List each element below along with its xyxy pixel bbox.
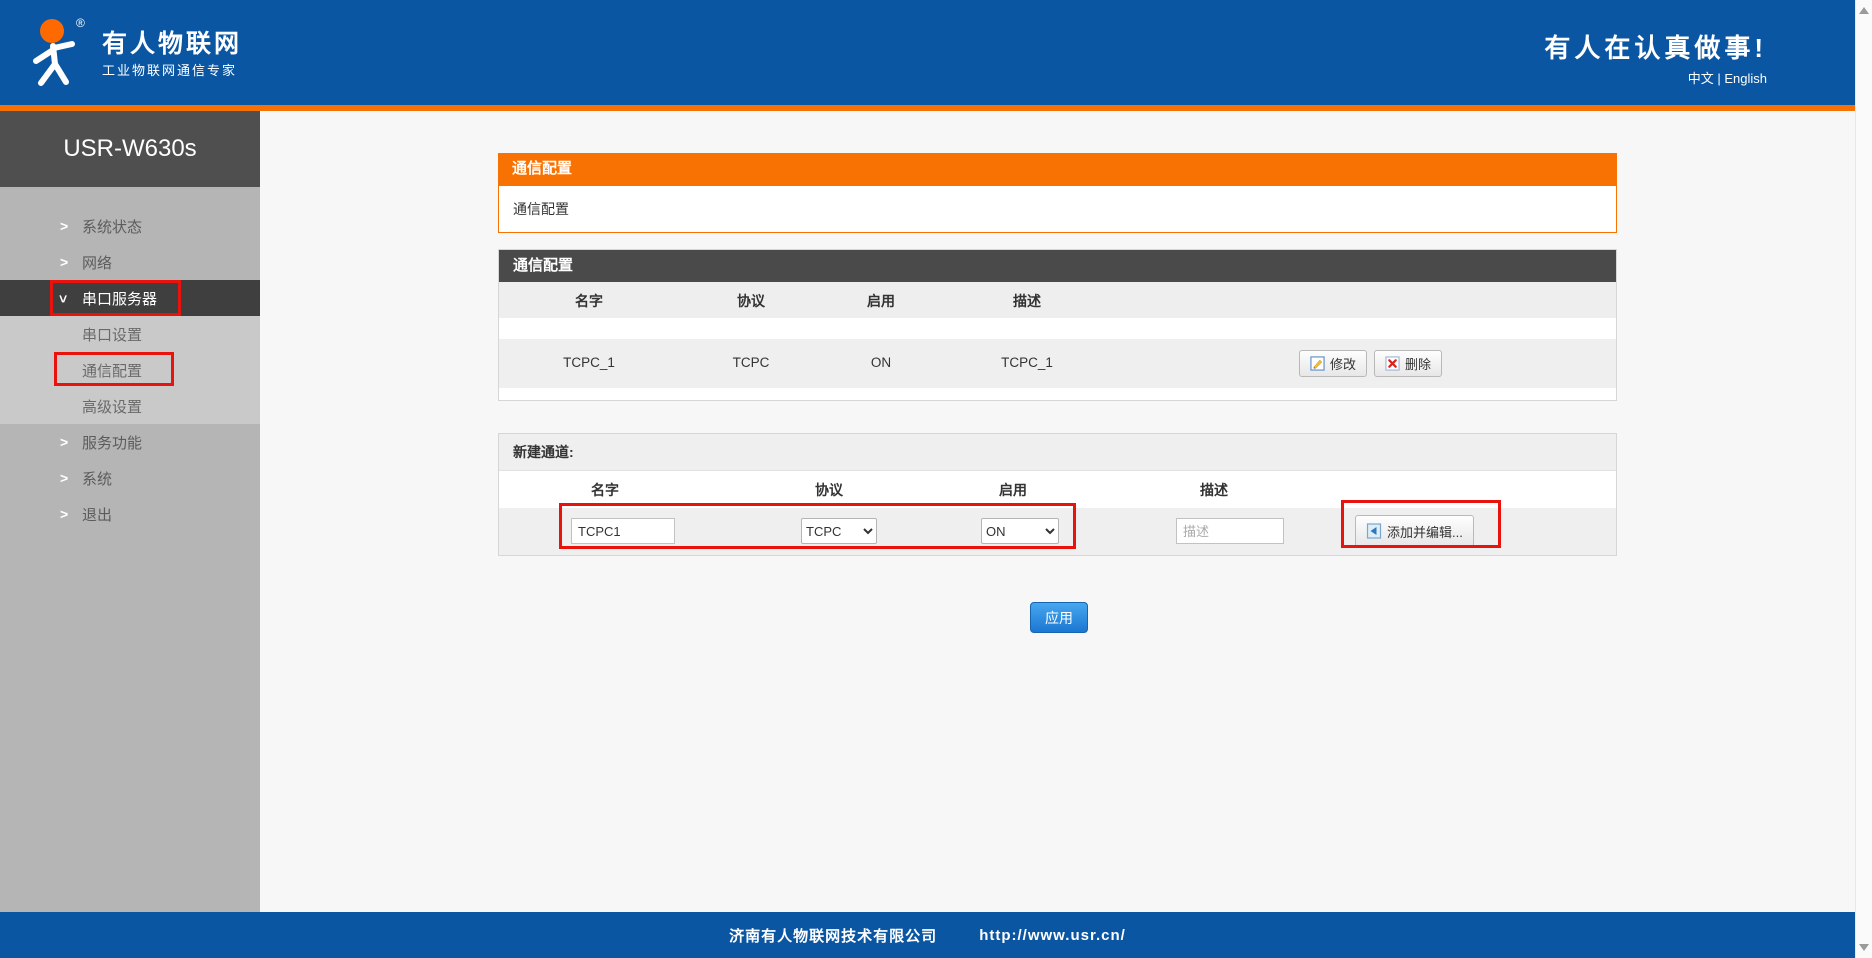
new-channel-header-row: 名字 协议 启用 描述 — [499, 471, 1616, 508]
footer-bar: 济南有人物联网技术有限公司 http://www.usr.cn/ — [0, 912, 1855, 958]
col-header-protocol: 协议 — [737, 293, 765, 309]
new-channel-section: 新建通道: 名字 协议 启用 描述 TCPC ON 添加并编辑... — [498, 433, 1617, 556]
sidebar-item-service-functions[interactable]: > 服务功能 — [0, 424, 260, 460]
sidebar-item-advanced-settings[interactable]: 高级设置 — [0, 388, 260, 424]
sidebar-item-network[interactable]: > 网络 — [0, 244, 260, 280]
delete-button-label: 删除 — [1405, 357, 1432, 372]
delete-button[interactable]: 删除 — [1374, 350, 1443, 377]
apply-button[interactable]: 应用 — [1030, 602, 1088, 633]
device-model-header: USR-W630s — [0, 111, 260, 187]
scroll-down-icon[interactable] — [1859, 944, 1869, 951]
sidebar-item-label: 串口服务器 — [82, 290, 158, 308]
description-input[interactable] — [1176, 518, 1284, 544]
language-switch: 中文 | English — [1688, 68, 1767, 87]
brand-name: 有人物联网 — [102, 30, 243, 58]
chevron-right-icon: > — [60, 470, 69, 486]
col-header-description: 描述 — [1200, 482, 1228, 498]
sidebar-item-comm-config[interactable]: 通信配置 — [0, 352, 260, 388]
registered-mark: ® — [76, 16, 85, 30]
table-spacer-row — [499, 318, 1616, 339]
lang-separator: | — [1717, 71, 1721, 86]
vertical-scrollbar[interactable] — [1855, 0, 1872, 958]
header-tagline: 有人在认真做事! — [1544, 33, 1767, 63]
sidebar-item-label: 服务功能 — [82, 434, 143, 452]
enabled-select[interactable]: ON — [981, 518, 1059, 544]
usr-logo-icon: ® — [33, 16, 85, 86]
page-title: 通信配置 — [498, 153, 1617, 185]
chevron-right-icon: > — [60, 506, 69, 522]
sidebar-item-label: 退出 — [82, 506, 113, 524]
chevron-right-icon: > — [60, 254, 69, 270]
col-header-enabled: 启用 — [867, 293, 895, 309]
cell-enabled: ON — [870, 355, 892, 370]
sidebar-item-label: 高级设置 — [82, 398, 143, 416]
footer-company: 济南有人物联网技术有限公司 — [729, 927, 938, 945]
channel-name-input[interactable] — [571, 518, 675, 544]
col-header-name: 名字 — [591, 482, 619, 498]
cell-protocol: TCPC — [732, 355, 770, 370]
table-title: 通信配置 — [499, 250, 1616, 282]
chevron-right-icon: > — [60, 218, 69, 234]
cell-name: TCPC_1 — [563, 355, 615, 370]
col-header-description: 描述 — [1013, 293, 1041, 309]
sidebar-item-system-status[interactable]: > 系统状态 — [0, 208, 260, 244]
lang-en-link[interactable]: English — [1724, 71, 1767, 86]
sidebar-item-label: 通信配置 — [82, 362, 143, 380]
add-and-edit-label: 添加并编辑... — [1387, 524, 1463, 540]
sidebar-item-label: 系统 — [82, 470, 113, 488]
accent-stripe — [0, 105, 1855, 111]
col-header-protocol: 协议 — [815, 482, 843, 498]
comm-config-table: 通信配置 名字 协议 启用 描述 TCPC_1 TCPC ON TCPC_1 修… — [498, 249, 1617, 401]
col-header-name: 名字 — [575, 293, 603, 309]
row-actions: 修改 删除 — [1299, 350, 1443, 377]
col-header-enabled: 启用 — [999, 482, 1027, 498]
delete-x-icon — [1385, 356, 1400, 371]
sidebar: > 系统状态 > 网络 > 串口服务器 串口设置 通信配置 高级设置 > 服务功… — [0, 187, 260, 912]
lang-zh-link[interactable]: 中文 — [1688, 71, 1714, 86]
scroll-up-icon[interactable] — [1859, 7, 1869, 14]
chevron-right-icon: > — [60, 434, 69, 450]
sidebar-item-label: 网络 — [82, 254, 113, 272]
serial-server-submenu: 串口设置 通信配置 高级设置 — [0, 316, 260, 424]
sidebar-item-system[interactable]: > 系统 — [0, 460, 260, 496]
footer-website-link[interactable]: http://www.usr.cn/ — [979, 927, 1126, 944]
edit-button-label: 修改 — [1330, 357, 1357, 372]
chevron-down-icon: > — [55, 294, 72, 303]
table-header-row: 名字 协议 启用 描述 — [499, 282, 1616, 318]
sidebar-item-logout[interactable]: > 退出 — [0, 496, 260, 532]
sidebar-item-label: 串口设置 — [82, 326, 143, 344]
sidebar-item-serial-settings[interactable]: 串口设置 — [0, 316, 260, 352]
add-page-icon — [1366, 523, 1382, 539]
new-channel-title: 新建通道: — [499, 434, 1616, 471]
table-row: TCPC_1 TCPC ON TCPC_1 修改 删除 — [499, 339, 1616, 388]
protocol-select[interactable]: TCPC — [801, 518, 877, 544]
page: ® 有人物联网 工业物联网通信专家 有人在认真做事! 中文 | English … — [0, 0, 1872, 958]
top-header-bar: ® 有人物联网 工业物联网通信专家 有人在认真做事! 中文 | English — [0, 0, 1855, 105]
sidebar-item-label: 系统状态 — [82, 218, 143, 236]
edit-pencil-icon — [1310, 356, 1325, 371]
page-subtitle: 通信配置 — [498, 185, 1617, 233]
edit-button[interactable]: 修改 — [1299, 350, 1368, 377]
add-and-edit-button[interactable]: 添加并编辑... — [1355, 515, 1474, 547]
brand-subtitle: 工业物联网通信专家 — [102, 63, 238, 78]
cell-description: TCPC_1 — [1001, 355, 1053, 370]
new-channel-input-row: TCPC ON 添加并编辑... — [499, 508, 1616, 555]
sidebar-item-serial-server[interactable]: > 串口服务器 — [0, 280, 260, 316]
